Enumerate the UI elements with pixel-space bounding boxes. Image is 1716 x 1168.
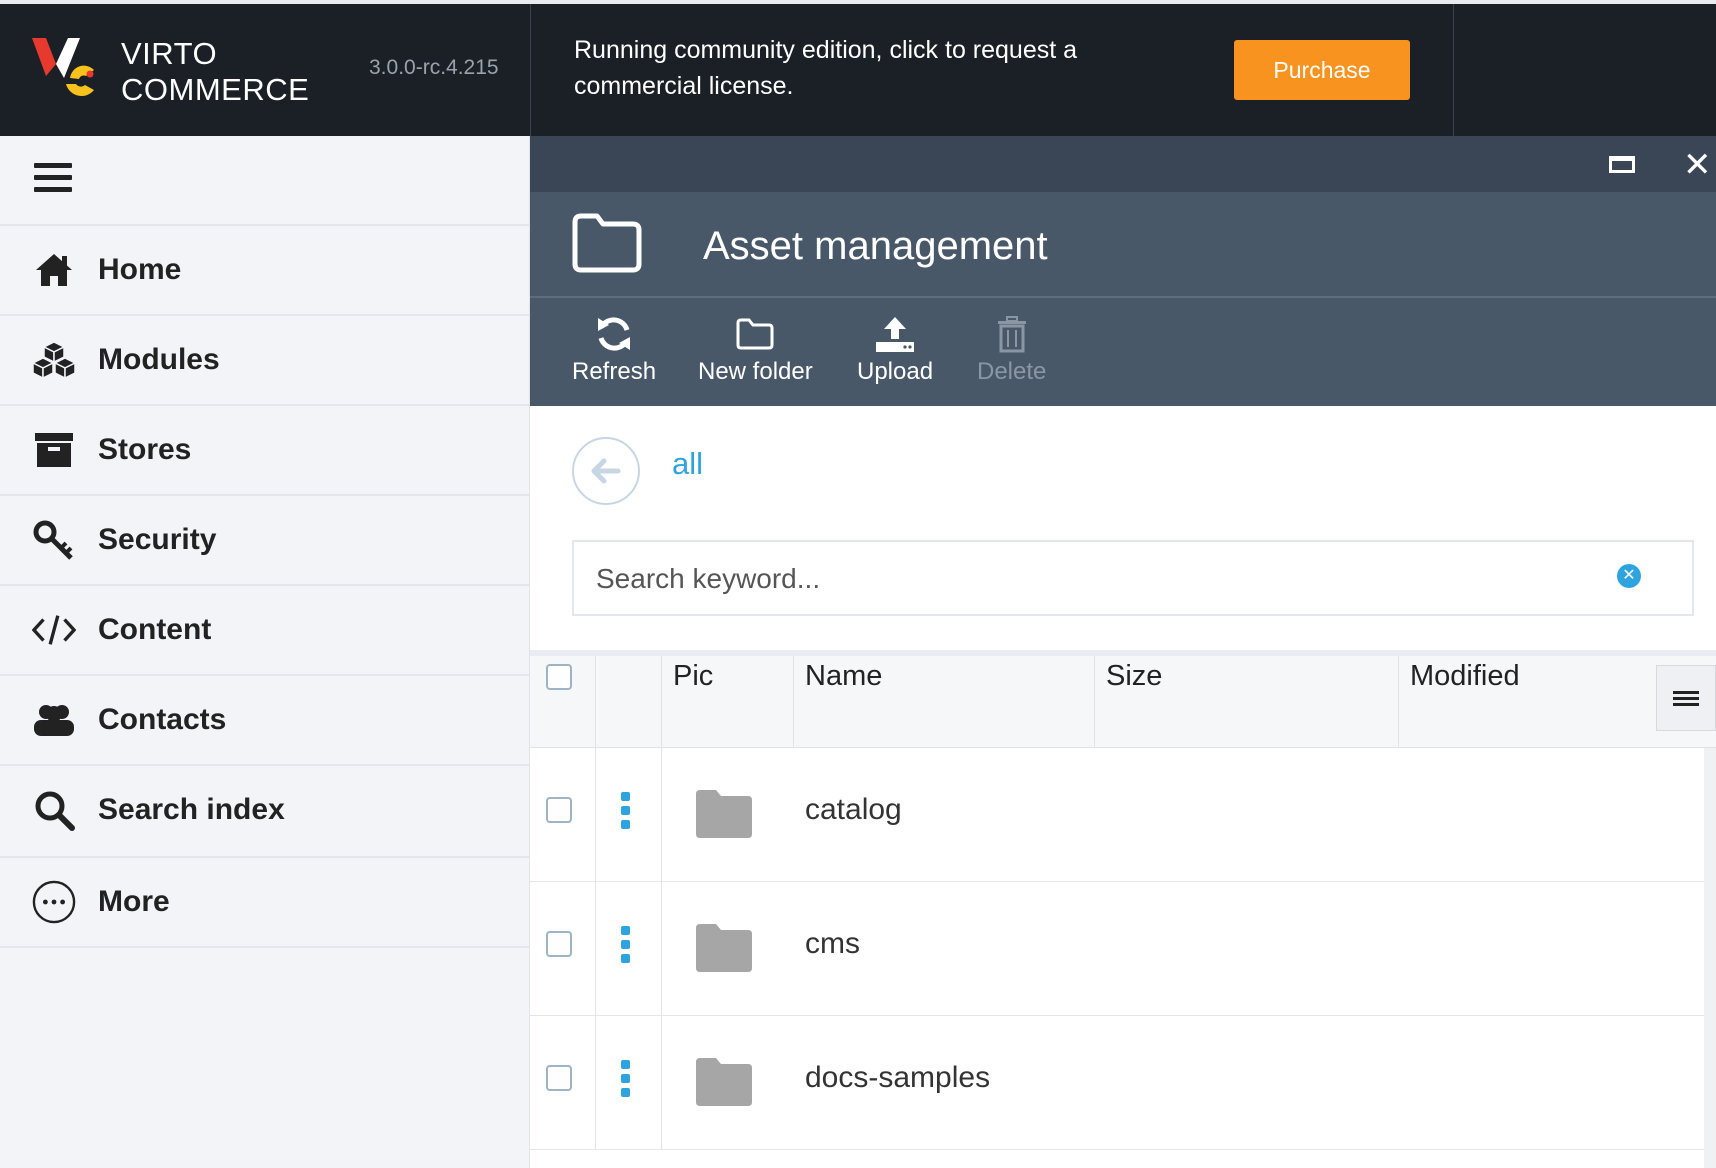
- search-icon: [32, 788, 76, 832]
- row-checkbox[interactable]: [546, 1065, 572, 1091]
- archive-icon: [32, 428, 76, 472]
- column-divider: [595, 656, 596, 748]
- blade-window-bar: [530, 136, 1716, 192]
- column-header-size[interactable]: Size: [1106, 660, 1162, 693]
- hamburger-icon[interactable]: [34, 163, 74, 197]
- sidebar-item-search-index[interactable]: Search index: [0, 766, 529, 854]
- column-header-modified[interactable]: Modified: [1410, 660, 1520, 693]
- cubes-icon: [32, 338, 76, 382]
- license-banner-text[interactable]: Running community edition, click to requ…: [574, 32, 1134, 104]
- folder-icon: [572, 213, 642, 273]
- sidebar-item-home[interactable]: Home: [0, 226, 529, 314]
- folder-icon: [696, 1058, 752, 1106]
- refresh-button[interactable]: Refresh: [572, 310, 656, 386]
- virto-logo-icon: [32, 38, 94, 97]
- back-button[interactable]: [572, 437, 640, 505]
- grid-scrollbar[interactable]: [1704, 748, 1716, 1168]
- toolbar-label: New folder: [698, 358, 813, 385]
- column-divider: [661, 748, 662, 1150]
- sidebar-item-stores[interactable]: Stores: [0, 406, 529, 494]
- folder-icon: [696, 924, 752, 972]
- close-icon[interactable]: ✕: [1683, 148, 1712, 182]
- column-divider: [661, 656, 662, 748]
- sidebar-item-label: Search index: [98, 793, 285, 826]
- home-icon: [32, 248, 76, 292]
- sidebar-item-label: Content: [98, 613, 212, 646]
- key-icon: [32, 518, 76, 562]
- sidebar-item-modules[interactable]: Modules: [0, 316, 529, 404]
- row-name[interactable]: docs-samples: [805, 1061, 990, 1095]
- row-name[interactable]: catalog: [805, 793, 902, 827]
- arrow-left-icon: [591, 458, 621, 484]
- logo-line-2: COMMERCE: [121, 72, 310, 107]
- row-checkbox[interactable]: [546, 797, 572, 823]
- column-header-pic[interactable]: Pic: [673, 660, 713, 693]
- column-divider: [595, 748, 596, 1150]
- toolbar-label: Upload: [857, 358, 934, 385]
- sidebar-item-label: Home: [98, 253, 182, 286]
- sidebar-item-label: Stores: [98, 433, 192, 466]
- upload-icon: [874, 310, 916, 358]
- sidebar-item-security[interactable]: Security: [0, 496, 529, 584]
- grid-menu-button[interactable]: [1656, 665, 1716, 731]
- clear-search-icon[interactable]: ✕: [1617, 564, 1641, 588]
- banner-divider: [1453, 4, 1454, 136]
- search-input[interactable]: [594, 556, 1578, 602]
- logo-line-1: VIRTO: [121, 36, 218, 71]
- purchase-button[interactable]: Purchase: [1234, 40, 1410, 100]
- row-menu-icon[interactable]: [621, 1060, 631, 1102]
- delete-button[interactable]: Delete: [977, 310, 1046, 386]
- refresh-icon: [595, 310, 633, 358]
- sidebar-item-content[interactable]: Content: [0, 586, 529, 674]
- row-name[interactable]: cms: [805, 927, 860, 961]
- new-folder-button[interactable]: New folder: [698, 310, 813, 386]
- column-divider: [1094, 656, 1095, 748]
- version-label: 3.0.0-rc.4.215: [369, 56, 499, 79]
- row-checkbox[interactable]: [546, 931, 572, 957]
- column-divider: [793, 656, 794, 748]
- logo-text: VIRTO COMMERCE: [121, 36, 309, 108]
- upload-button[interactable]: Upload: [857, 310, 933, 386]
- column-divider: [1398, 656, 1399, 748]
- toolbar-label: Delete: [977, 358, 1047, 385]
- row-menu-icon[interactable]: [621, 792, 631, 834]
- more-icon: [32, 880, 76, 924]
- breadcrumb-all[interactable]: all: [672, 446, 703, 482]
- hamburger-icon: [1673, 688, 1699, 709]
- sidebar-item-more[interactable]: More: [0, 858, 529, 946]
- code-icon: [32, 608, 76, 652]
- sidebar-item-label: More: [98, 885, 170, 918]
- sidebar-item-label: Modules: [98, 343, 220, 376]
- folder-icon: [735, 310, 775, 358]
- row-menu-icon[interactable]: [621, 926, 631, 968]
- select-all-checkbox[interactable]: [546, 664, 572, 690]
- sidebar-item-contacts[interactable]: Contacts: [0, 676, 529, 764]
- nav-divider: [0, 946, 529, 948]
- maximize-icon[interactable]: [1609, 156, 1635, 173]
- toolbar-label: Refresh: [572, 358, 657, 385]
- sidebar-item-label: Contacts: [98, 703, 227, 736]
- folder-icon: [696, 790, 752, 838]
- trash-icon: [996, 310, 1028, 358]
- column-header-name[interactable]: Name: [805, 660, 882, 693]
- blade-title: Asset management: [703, 224, 1048, 268]
- sidebar-item-label: Security: [98, 523, 217, 556]
- users-icon: [32, 698, 76, 742]
